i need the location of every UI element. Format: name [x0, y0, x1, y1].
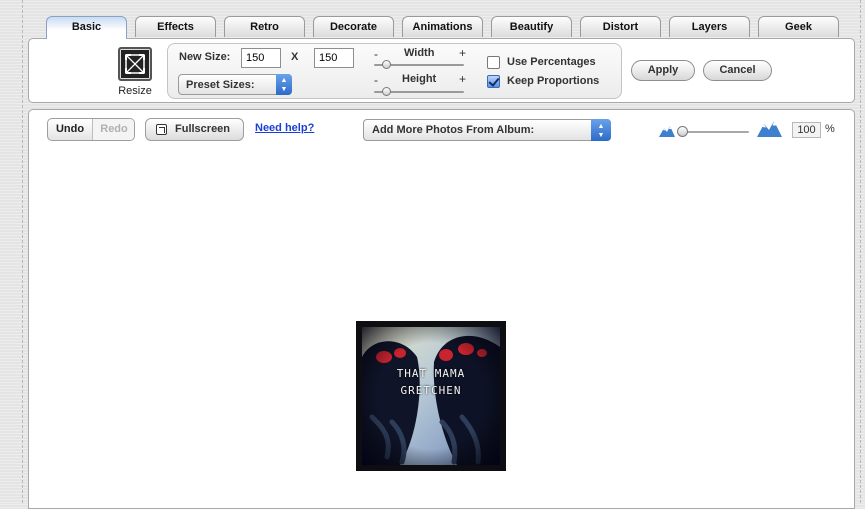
- width-slider-handle[interactable]: [382, 60, 391, 69]
- zoom-slider-track[interactable]: [679, 131, 749, 133]
- use-percentages-checkbox[interactable]: [487, 56, 500, 69]
- select-arrows-icon: ▲ ▼: [591, 119, 611, 141]
- width-slider-label: Width: [404, 47, 435, 59]
- need-help-link[interactable]: Need help?: [255, 122, 314, 134]
- zoom-out-icon[interactable]: [659, 125, 675, 137]
- height-minus[interactable]: -: [374, 73, 378, 87]
- edited-photo[interactable]: THAT MAMA GRETCHEN: [356, 321, 506, 471]
- keep-proportions-checkbox[interactable]: [487, 75, 500, 88]
- resize-label: Resize: [118, 85, 152, 97]
- height-plus[interactable]: +: [459, 72, 466, 86]
- height-slider-label: Height: [402, 73, 437, 85]
- height-input[interactable]: [314, 48, 354, 68]
- tab-distort[interactable]: Distort: [580, 16, 661, 37]
- width-plus[interactable]: +: [459, 46, 466, 60]
- tab-geek[interactable]: Geek: [758, 16, 839, 37]
- select-arrows-icon: ▲ ▼: [276, 74, 292, 95]
- times-label: X: [291, 51, 299, 63]
- photo-caption-line2: GRETCHEN: [400, 384, 462, 397]
- photo-caption-line1: THAT MAMA: [396, 367, 466, 380]
- new-size-label: New Size:: [179, 51, 231, 63]
- tab-layers[interactable]: Layers: [669, 16, 750, 37]
- resize-options: New Size: X Preset Sizes: ▲▼ - Width + -…: [167, 43, 622, 99]
- zoom-unit: %: [825, 123, 835, 135]
- use-percentages-label: Use Percentages: [507, 56, 596, 68]
- redo-button[interactable]: Redo: [93, 119, 134, 140]
- resize-tool[interactable]: Resize: [115, 47, 155, 97]
- page-divider-right: [860, 0, 862, 503]
- tab-animations[interactable]: Animations: [402, 16, 483, 37]
- album-select-label: Add More Photos From Album:: [372, 124, 535, 136]
- tab-bar: Basic Effects Retro Decorate Animations …: [46, 16, 846, 39]
- tool-panel: Resize New Size: X Preset Sizes: ▲▼ - Wi…: [28, 38, 855, 103]
- undo-button[interactable]: Undo: [48, 119, 93, 140]
- photo-image: THAT MAMA GRETCHEN: [362, 327, 500, 465]
- zoom-slider-handle[interactable]: [677, 126, 688, 137]
- tab-beautify[interactable]: Beautify: [491, 16, 572, 37]
- fullscreen-label: Fullscreen: [175, 123, 231, 135]
- fullscreen-icon: [156, 124, 167, 135]
- resize-icon: [118, 47, 152, 81]
- width-input[interactable]: [241, 48, 281, 68]
- tab-effects[interactable]: Effects: [135, 16, 216, 37]
- album-select[interactable]: Add More Photos From Album: ▲ ▼: [363, 119, 611, 141]
- undo-redo-group: Undo Redo: [47, 118, 135, 141]
- preset-sizes-label: Preset Sizes:: [186, 79, 255, 91]
- cancel-button[interactable]: Cancel: [703, 60, 772, 81]
- zoom-value[interactable]: 100: [792, 122, 821, 138]
- tab-retro[interactable]: Retro: [224, 16, 305, 37]
- width-minus[interactable]: -: [374, 47, 378, 61]
- fullscreen-button[interactable]: Fullscreen: [145, 118, 244, 141]
- tab-basic[interactable]: Basic: [46, 16, 127, 39]
- apply-button[interactable]: Apply: [631, 60, 695, 81]
- keep-proportions-label: Keep Proportions: [507, 75, 600, 87]
- page-divider-left: [22, 0, 24, 503]
- height-slider-handle[interactable]: [382, 87, 391, 96]
- tab-decorate[interactable]: Decorate: [313, 16, 394, 37]
- workspace: Undo Redo Fullscreen Need help? Add More…: [28, 109, 855, 509]
- zoom-in-icon[interactable]: [757, 120, 782, 137]
- preset-sizes-select[interactable]: Preset Sizes: ▲ ▼: [178, 74, 292, 95]
